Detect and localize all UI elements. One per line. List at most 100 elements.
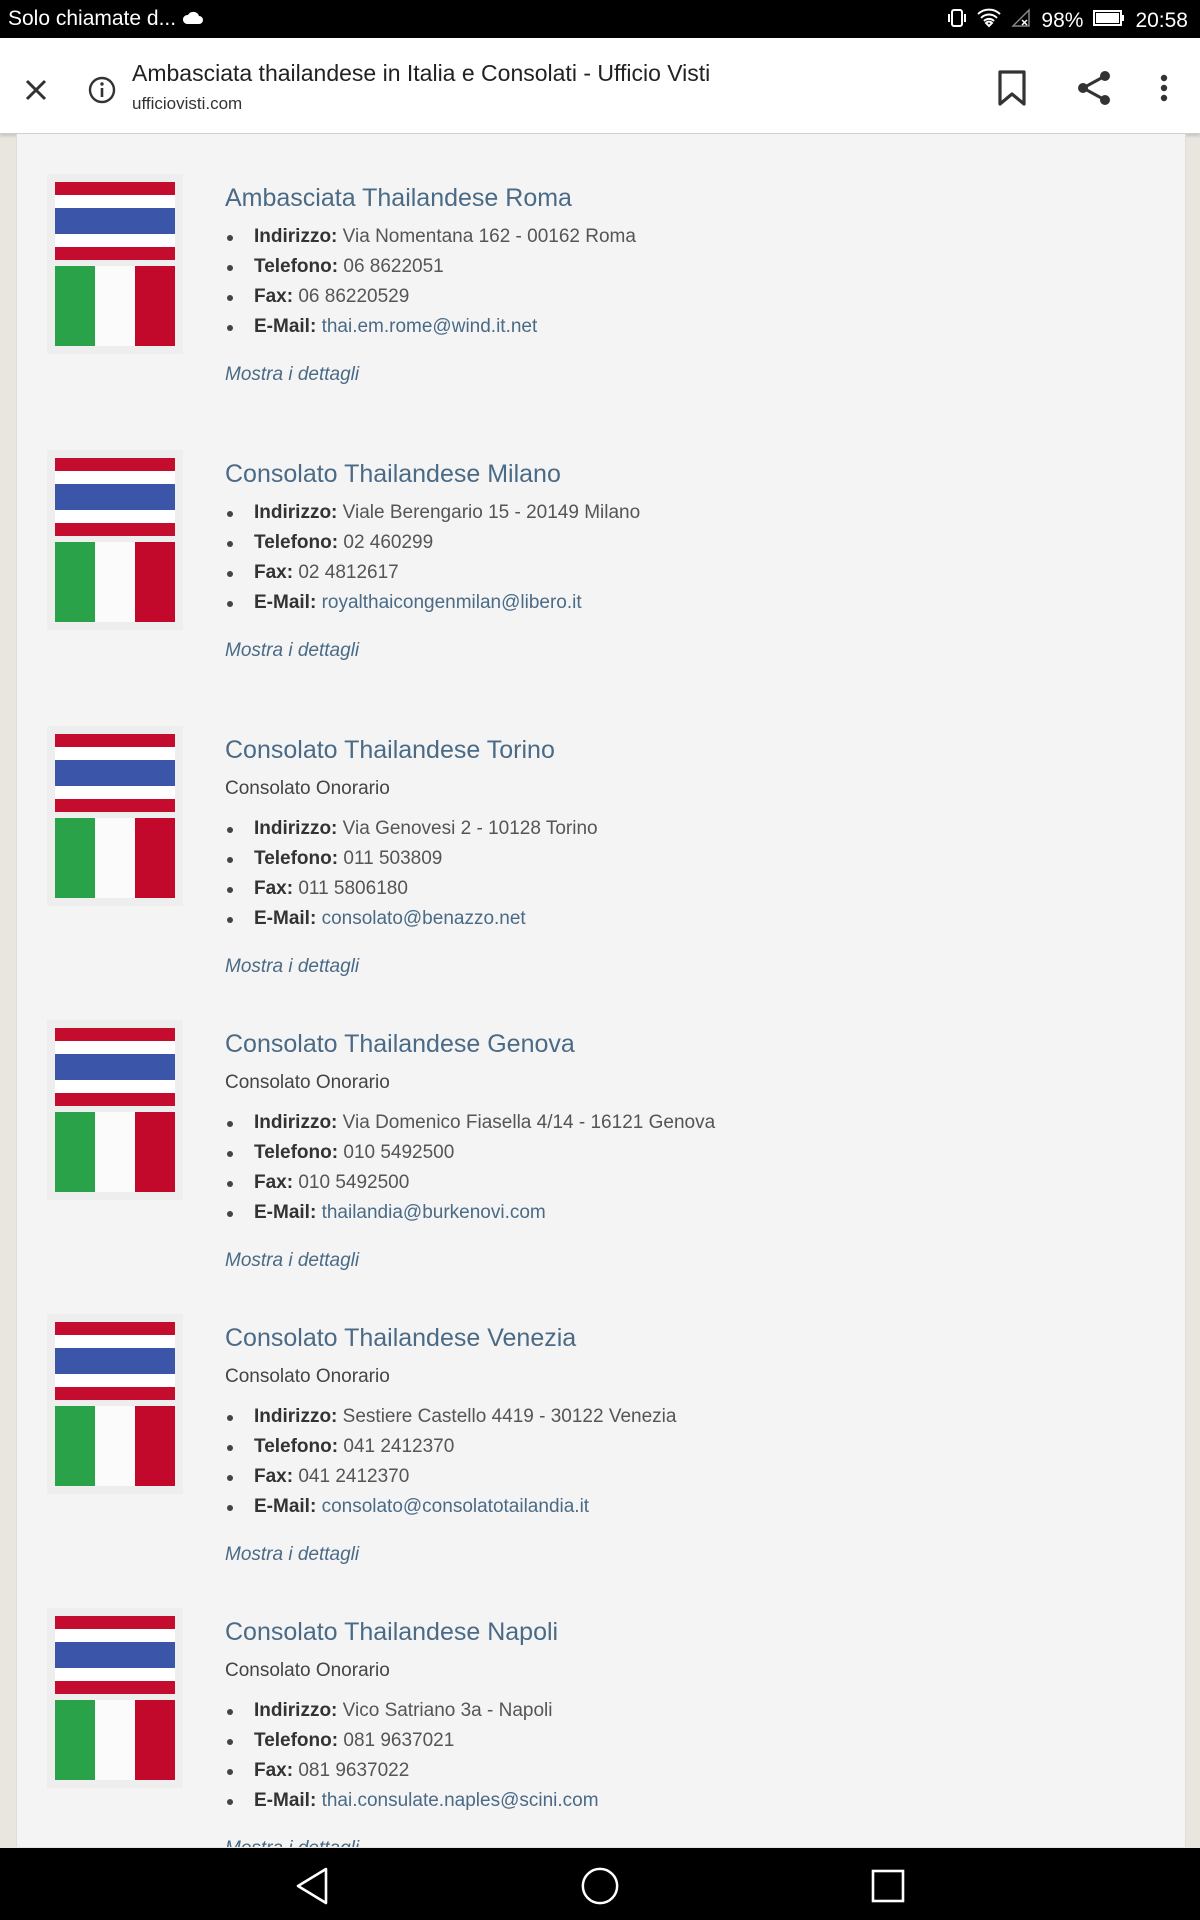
consulate-title[interactable]: Ambasciata Thailandese Roma: [225, 184, 572, 213]
email-label: E-Mail:: [254, 1202, 317, 1223]
contact-list: Indirizzo: Via Genovesi 2 - 10128 Torino…: [225, 814, 598, 934]
fax-value: 081 9637022: [293, 1760, 410, 1781]
email-link[interactable]: consolato@benazzo.net: [322, 908, 526, 929]
carrier-text: Solo chiamate d...: [8, 7, 177, 30]
phone-item: Telefono: 011 503809: [225, 844, 598, 874]
wifi-icon: [977, 8, 1002, 34]
home-icon[interactable]: [580, 1866, 620, 1906]
show-details-link[interactable]: Mostra i dettagli: [225, 1544, 359, 1566]
phone-label: Telefono:: [254, 1730, 339, 1751]
show-details-link[interactable]: Mostra i dettagli: [225, 640, 359, 662]
page-title: Ambasciata thailandese in Italia e Conso…: [132, 60, 711, 86]
phone-item: Telefono: 041 2412370: [225, 1432, 676, 1462]
consulate-title[interactable]: Consolato Thailandese Napoli: [225, 1618, 558, 1647]
fax-label: Fax:: [254, 286, 294, 307]
address-item: Indirizzo: Sestiere Castello 4419 - 3012…: [225, 1402, 676, 1432]
email-label: E-Mail:: [254, 908, 317, 929]
phone-item: Telefono: 02 460299: [225, 528, 640, 558]
fax-label: Fax:: [254, 1466, 294, 1487]
email-link[interactable]: thai.consulate.naples@scini.com: [322, 1790, 599, 1811]
flag-image: [47, 174, 183, 354]
back-icon[interactable]: [292, 1866, 332, 1906]
address-value: Vico Satriano 3a - Napoli: [337, 1700, 553, 1721]
thailand-flag-icon: [55, 1028, 175, 1106]
address-label: Indirizzo:: [254, 1700, 338, 1721]
fax-label: Fax:: [254, 1172, 294, 1193]
thailand-flag-icon: [55, 458, 175, 536]
phone-label: Telefono:: [254, 532, 339, 553]
fax-item: Fax: 041 2412370: [225, 1462, 676, 1492]
email-item: E-Mail: thai.em.rome@wind.it.net: [225, 312, 636, 342]
fax-item: Fax: 011 5806180: [225, 874, 598, 904]
cloud-icon: [182, 7, 204, 31]
more-options-icon[interactable]: [1146, 64, 1182, 112]
address-item: Indirizzo: Viale Berengario 15 - 20149 M…: [225, 498, 640, 528]
italy-flag-icon: [55, 542, 175, 622]
consulate-title[interactable]: Consolato Thailandese Torino: [225, 736, 555, 765]
email-item: E-Mail: thai.consulate.naples@scini.com: [225, 1786, 599, 1816]
fax-item: Fax: 02 4812617: [225, 558, 640, 588]
email-link[interactable]: thai.em.rome@wind.it.net: [322, 316, 538, 337]
status-bar: Solo chiamate d... 98% 20:58: [0, 0, 1200, 38]
italy-flag-icon: [55, 1112, 175, 1192]
clock: 20:58: [1135, 9, 1188, 32]
phone-label: Telefono:: [254, 848, 339, 869]
email-item: E-Mail: royalthaicongenmilan@libero.it: [225, 588, 640, 618]
consulate-title[interactable]: Consolato Thailandese Milano: [225, 460, 561, 489]
consulate-title[interactable]: Consolato Thailandese Venezia: [225, 1324, 576, 1353]
phone-value: 081 9637021: [338, 1730, 455, 1751]
battery-icon: [1093, 9, 1125, 33]
recents-icon[interactable]: [868, 1866, 908, 1906]
address-value: Sestiere Castello 4419 - 30122 Venezia: [337, 1406, 677, 1427]
consulate-type: Consolato Onorario: [225, 1366, 390, 1387]
show-details-link[interactable]: Mostra i dettagli: [225, 364, 359, 386]
email-link[interactable]: royalthaicongenmilan@libero.it: [322, 592, 582, 613]
phone-item: Telefono: 081 9637021: [225, 1726, 599, 1756]
address-value: Via Domenico Fiasella 4/14 - 16121 Genov…: [337, 1112, 716, 1133]
flag-image: [47, 726, 183, 906]
consulate-type: Consolato Onorario: [225, 778, 390, 799]
fax-label: Fax:: [254, 878, 294, 899]
fax-value: 010 5492500: [293, 1172, 410, 1193]
email-link[interactable]: consolato@consolatotailandia.it: [322, 1496, 590, 1517]
italy-flag-icon: [55, 1406, 175, 1486]
email-label: E-Mail:: [254, 592, 317, 613]
fax-value: 02 4812617: [293, 562, 399, 583]
thailand-flag-icon: [55, 734, 175, 812]
address-value: Via Genovesi 2 - 10128 Torino: [337, 818, 598, 839]
bookmark-icon[interactable]: [988, 64, 1036, 112]
show-details-link[interactable]: Mostra i dettagli: [225, 956, 359, 978]
fax-label: Fax:: [254, 562, 294, 583]
email-item: E-Mail: consolato@consolatotailandia.it: [225, 1492, 676, 1522]
phone-label: Telefono:: [254, 256, 339, 277]
address-value: Via Nomentana 162 - 00162 Roma: [337, 226, 636, 247]
address-item: Indirizzo: Via Genovesi 2 - 10128 Torino: [225, 814, 598, 844]
phone-value: 010 5492500: [338, 1142, 455, 1163]
close-icon[interactable]: [14, 68, 58, 112]
browser-toolbar: Ambasciata thailandese in Italia e Conso…: [0, 38, 1200, 134]
thailand-flag-icon: [55, 1616, 175, 1694]
phone-value: 011 503809: [338, 848, 443, 869]
address-item: Indirizzo: Via Domenico Fiasella 4/14 - …: [225, 1108, 715, 1138]
fax-value: 011 5806180: [293, 878, 408, 899]
address-label: Indirizzo:: [254, 502, 338, 523]
email-label: E-Mail:: [254, 1496, 317, 1517]
flag-image: [47, 450, 183, 630]
email-item: E-Mail: consolato@benazzo.net: [225, 904, 598, 934]
share-icon[interactable]: [1070, 64, 1118, 112]
consulate-title[interactable]: Consolato Thailandese Genova: [225, 1030, 575, 1059]
navigation-bar: [0, 1848, 1200, 1920]
address-label: Indirizzo:: [254, 226, 338, 247]
contact-list: Indirizzo: Via Domenico Fiasella 4/14 - …: [225, 1108, 715, 1228]
show-details-link[interactable]: Mostra i dettagli: [225, 1250, 359, 1272]
italy-flag-icon: [55, 266, 175, 346]
show-details-link[interactable]: Mostra i dettagli: [225, 1838, 359, 1847]
email-link[interactable]: thailandia@burkenovi.com: [322, 1202, 546, 1223]
page-content: Ambasciata Thailandese Roma Indirizzo: V…: [16, 134, 1186, 1847]
battery-percent: 98%: [1041, 9, 1084, 32]
phone-item: Telefono: 06 8622051: [225, 252, 636, 282]
consulate-type: Consolato Onorario: [225, 1660, 390, 1681]
email-item: E-Mail: thailandia@burkenovi.com: [225, 1198, 715, 1228]
info-icon[interactable]: [80, 68, 124, 112]
address-value: Viale Berengario 15 - 20149 Milano: [337, 502, 641, 523]
